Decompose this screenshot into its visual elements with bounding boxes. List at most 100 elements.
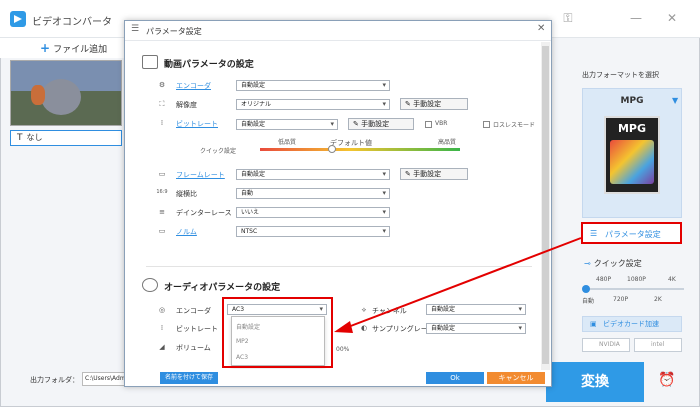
vbr-label: VBR [435, 120, 448, 127]
dialog-close-icon[interactable]: ✕ [537, 23, 545, 34]
alarm-clock-icon[interactable]: ⏰ [658, 372, 675, 388]
channel-select[interactable]: 自動設定 [426, 304, 526, 315]
video-section-title: 動画パラメータの設定 [164, 60, 254, 70]
chevron-down-icon[interactable]: ▼ [672, 96, 678, 105]
parameter-settings-button[interactable]: ☰ パラメータ設定 [581, 222, 682, 244]
quick-top-1: 1080P [627, 276, 646, 283]
video-encoder-label[interactable]: エンコーダ [176, 81, 211, 91]
slider-icon: ⊸ [584, 259, 591, 268]
video-bitrate-select[interactable]: 自動設定 [236, 119, 338, 130]
aspect-ratio-select[interactable]: 自動 [236, 188, 390, 199]
lossless-checkbox[interactable] [483, 121, 490, 128]
annotation-highlight-box [222, 297, 333, 368]
subtitle-value: なし [26, 133, 43, 142]
audio-settings-icon [142, 278, 158, 292]
quick-settings-text: クイック設定 [593, 259, 642, 268]
deinterlace-label: デインターレース [176, 209, 232, 217]
format-icon-label: MPG [617, 122, 647, 135]
quick-slider-knob[interactable] [582, 285, 590, 293]
quick-bottom-2: 2K [654, 296, 662, 303]
audio-bitrate-icon: ⁞ [160, 324, 164, 332]
plus-icon: + [40, 41, 51, 55]
intel-logo: intel [634, 338, 682, 352]
output-format-label: 出力フォーマットを選択 [582, 71, 659, 79]
format-name: MPG [620, 96, 644, 106]
resolution-manual-button[interactable]: ✎ 手動設定 [400, 98, 468, 110]
chip-icon: ▣ [590, 320, 597, 328]
convert-button[interactable]: 変換 [546, 362, 644, 402]
video-settings-icon [142, 55, 158, 69]
aspect-ratio-label: 縦横比 [176, 190, 197, 198]
cancel-button[interactable]: キャンセル [487, 372, 545, 384]
quick-bottom-1: 720P [613, 296, 629, 303]
pencil-icon: ✎ [405, 170, 414, 178]
parameter-settings-label: パラメータ設定 [605, 230, 661, 239]
norm-select[interactable]: NTSC [236, 226, 390, 237]
vbr-checkbox[interactable] [425, 121, 432, 128]
resolution-label: 解像度 [176, 101, 197, 109]
add-file-label: ファイル追加 [53, 45, 108, 55]
framerate-label[interactable]: フレームレート [176, 170, 225, 180]
quality-high-label: 高品質 [438, 139, 457, 146]
text-icon: T [17, 133, 23, 143]
volume-label: ボリューム [176, 344, 211, 352]
audio-section-title: オーディオパラメータの設定 [164, 283, 281, 293]
output-folder-label: 出力フォルダ： [30, 376, 79, 384]
output-folder-input[interactable]: C:\Users\Adm [82, 372, 126, 386]
bitrate-manual-button[interactable]: ✎ 手動設定 [348, 118, 414, 130]
subtitle-select[interactable]: T なし [10, 130, 122, 146]
sliders-icon: ☰ [590, 229, 598, 238]
pencil-icon: ✎ [405, 100, 414, 108]
quick-setting-label: クイック設定 [200, 148, 237, 155]
thumbnail-cat [41, 79, 81, 115]
pencil-icon: ✎ [353, 120, 362, 128]
quality-low-label: 低品質 [278, 139, 297, 146]
dialog-scrollbar-thumb[interactable] [542, 46, 549, 364]
lossless-label: ロスレスモード [493, 122, 536, 129]
gpu-acceleration-label: ビデオカード加速 [603, 320, 659, 328]
video-bitrate-label[interactable]: ビットレート [176, 119, 218, 129]
bitrate-icon: ⁞ [160, 119, 164, 127]
save-as-button[interactable]: 名前を付けて保存 [160, 372, 218, 384]
audio-encoder-icon: ◎ [158, 306, 166, 314]
sample-rate-select[interactable]: 自動設定 [426, 323, 526, 334]
encoder-icon: ⚙ [158, 81, 166, 89]
quick-settings-label: ⊸ クイック設定 [584, 258, 642, 269]
deinterlace-icon: ≡ [159, 208, 165, 216]
mpg-file-icon: MPG [604, 116, 660, 194]
resolution-icon: ⛶ [159, 100, 165, 108]
channel-icon: ⟡ [361, 306, 367, 314]
deinterlace-select[interactable]: いいえ [236, 207, 390, 218]
monitor-icon: ▭ [158, 227, 166, 235]
quick-bottom-0: 自動 [582, 298, 595, 305]
balloon-picture [610, 140, 654, 184]
app-logo-icon [10, 11, 26, 27]
framerate-select[interactable]: 自動設定 [236, 169, 390, 180]
video-thumbnail[interactable] [10, 60, 122, 126]
minimize-icon[interactable]: — [628, 10, 644, 26]
quick-top-2: 4K [668, 276, 676, 283]
video-encoder-select[interactable]: 自動設定 [236, 80, 390, 91]
quality-slider-track[interactable] [260, 148, 460, 151]
quick-top-0: 480P [596, 276, 612, 283]
framerate-icon: ▭ [158, 170, 166, 178]
dialog-title: パラメータ設定 [146, 27, 202, 36]
close-icon[interactable]: ✕ [664, 10, 680, 26]
add-file-button[interactable]: + ファイル追加 [40, 41, 107, 55]
gpu-acceleration-button[interactable]: ▣ ビデオカード加速 [582, 316, 682, 332]
key-icon[interactable]: ⚿ [560, 10, 576, 26]
quick-slider-track[interactable] [584, 288, 684, 290]
quality-slider-knob[interactable] [328, 145, 336, 153]
framerate-manual-button[interactable]: ✎ 手動設定 [400, 168, 468, 180]
resolution-select[interactable]: オリジナル [236, 99, 390, 110]
volume-value: 00% [336, 346, 350, 353]
app-title: ビデオコンバータ [32, 17, 112, 28]
audio-encoder-label: エンコーダ [176, 307, 211, 315]
quality-default-label: デフォルト値 [330, 139, 372, 147]
ok-button[interactable]: Ok [426, 372, 484, 384]
resolution-manual-label: 手動設定 [413, 100, 442, 108]
volume-icon: ◢ [159, 343, 165, 351]
norm-label[interactable]: ノルム [176, 227, 197, 237]
nvidia-logo: NVIDIA [582, 338, 630, 352]
sliders-icon: ☰ [131, 24, 140, 34]
